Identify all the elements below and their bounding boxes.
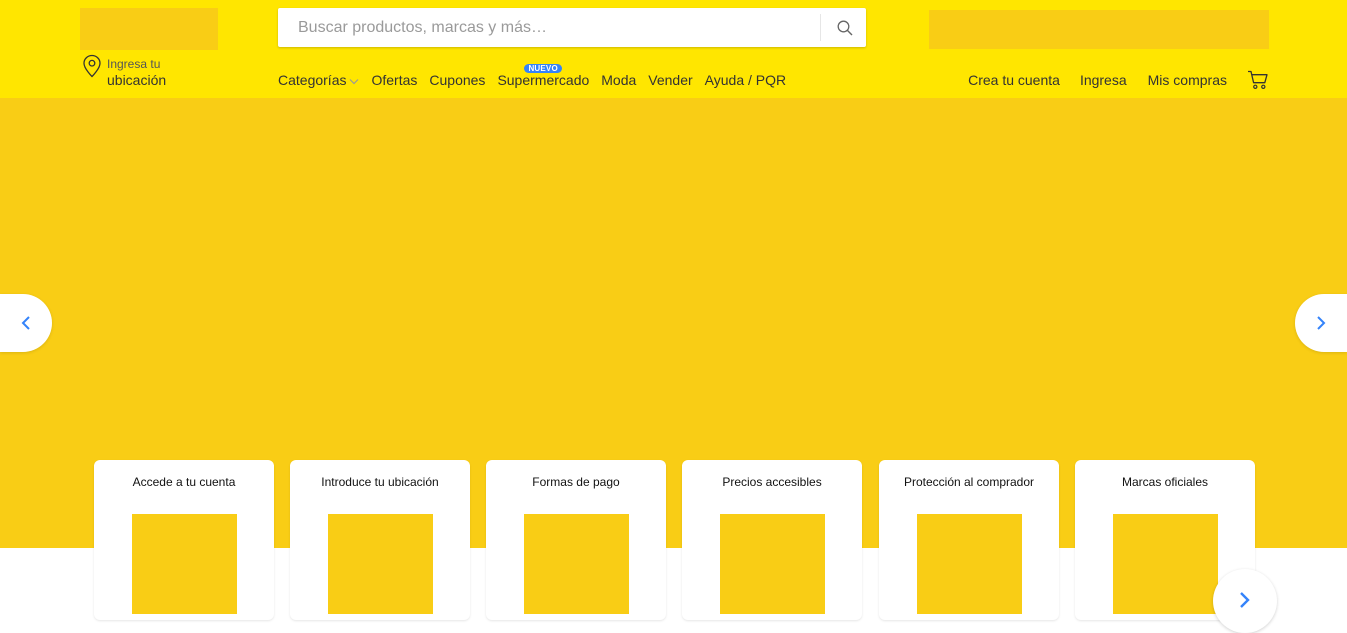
location-label: ubicación bbox=[107, 72, 167, 88]
card-image bbox=[524, 514, 629, 614]
nav-label: Categorías bbox=[278, 72, 347, 88]
card-image bbox=[917, 514, 1022, 614]
create-account-link[interactable]: Crea tu cuenta bbox=[968, 70, 1060, 90]
card-protection[interactable]: Protección al comprador bbox=[879, 460, 1059, 620]
card-title: Introduce tu ubicación bbox=[321, 475, 439, 489]
nav-label: Supermercado bbox=[497, 72, 590, 88]
card-image bbox=[1113, 514, 1218, 614]
card-payment[interactable]: Formas de pago bbox=[486, 460, 666, 620]
card-location[interactable]: Introduce tu ubicación bbox=[290, 460, 470, 620]
card-title: Precios accesibles bbox=[722, 475, 822, 489]
card-title: Marcas oficiales bbox=[1121, 475, 1209, 489]
search-button[interactable] bbox=[824, 8, 866, 47]
user-nav: Crea tu cuenta Ingresa Mis compras bbox=[968, 70, 1269, 90]
location-selector[interactable]: Ingresa tu ubicación bbox=[82, 54, 202, 92]
nav-cupones[interactable]: Cupones bbox=[429, 72, 485, 90]
promo-banner[interactable] bbox=[929, 10, 1269, 49]
cards-next-button[interactable] bbox=[1213, 569, 1277, 633]
main-nav: Categorías Ofertas Cupones NUEVO Superme… bbox=[278, 64, 786, 90]
card-image bbox=[720, 514, 825, 614]
location-pin-icon bbox=[83, 54, 101, 78]
search-input[interactable] bbox=[278, 8, 818, 47]
cart-icon[interactable] bbox=[1247, 70, 1269, 90]
chevron-left-icon bbox=[21, 316, 30, 330]
chevron-down-icon bbox=[350, 78, 359, 85]
card-title: Accede a tu cuenta bbox=[132, 475, 236, 489]
header: Ingresa tu ubicación Categorías Ofertas … bbox=[0, 0, 1347, 98]
nav-ayuda[interactable]: Ayuda / PQR bbox=[705, 72, 786, 90]
card-title: Protección al comprador bbox=[903, 475, 1035, 489]
location-label-small: Ingresa tu bbox=[107, 57, 161, 71]
logo[interactable] bbox=[80, 8, 218, 50]
search-bar bbox=[278, 8, 866, 47]
nav-moda[interactable]: Moda bbox=[601, 72, 636, 90]
search-divider bbox=[820, 14, 821, 41]
chevron-right-icon bbox=[1240, 592, 1250, 608]
search-icon bbox=[837, 20, 853, 35]
card-image bbox=[132, 514, 237, 614]
card-account[interactable]: Accede a tu cuenta bbox=[94, 460, 274, 620]
nav-supermercado[interactable]: NUEVO Supermercado bbox=[497, 64, 590, 90]
chevron-right-icon bbox=[1317, 316, 1326, 330]
nav-ofertas[interactable]: Ofertas bbox=[371, 72, 417, 90]
card-image bbox=[328, 514, 433, 614]
card-prices[interactable]: Precios accesibles bbox=[682, 460, 862, 620]
new-badge: NUEVO bbox=[524, 64, 562, 73]
my-purchases-link[interactable]: Mis compras bbox=[1148, 70, 1227, 90]
carousel-next-button[interactable] bbox=[1295, 294, 1347, 352]
card-title: Formas de pago bbox=[532, 475, 620, 489]
nav-vender[interactable]: Vender bbox=[648, 72, 692, 90]
nav-categorias[interactable]: Categorías bbox=[278, 72, 359, 90]
login-link[interactable]: Ingresa bbox=[1080, 70, 1127, 90]
